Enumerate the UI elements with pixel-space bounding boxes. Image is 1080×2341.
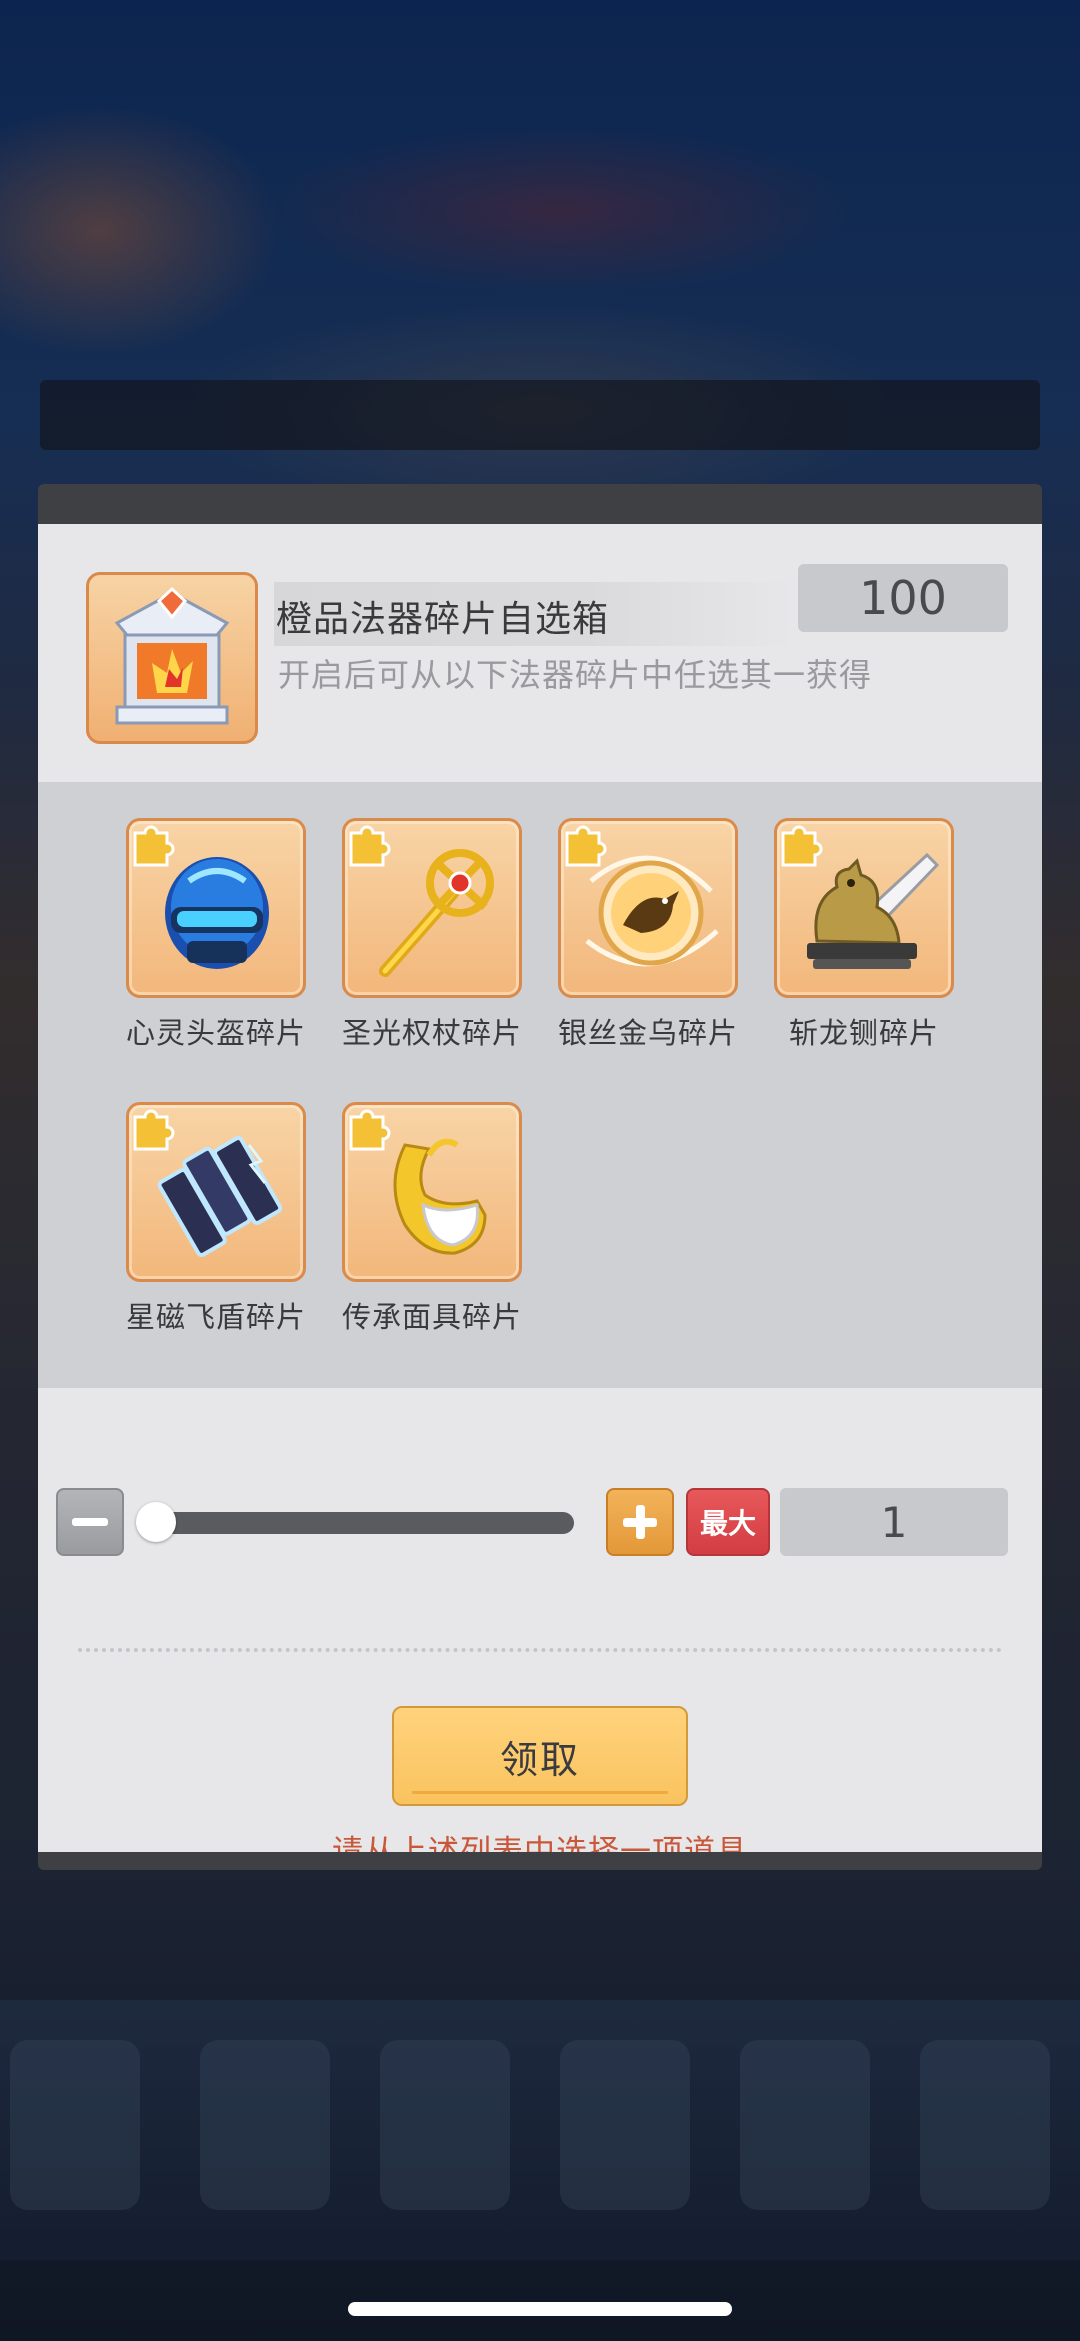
dialog-bottom-bar <box>38 1852 1042 1870</box>
item-grid: 心灵头盔碎片 圣光权杖碎片 银丝金乌碎片 斩龙铡碎片 星磁飞盾碎片 传承面具碎片 <box>38 782 1042 1388</box>
claim-button[interactable]: 领取 <box>392 1706 688 1806</box>
orange-artifact-chest-icon <box>86 572 258 744</box>
item-tile[interactable] <box>126 1102 306 1282</box>
slider-handle[interactable] <box>136 1502 176 1542</box>
item-label: 心灵头盔碎片 <box>125 1016 306 1050</box>
claim-button-label: 领取 <box>499 1737 580 1782</box>
item-dragon-guillotine-shard[interactable]: 斩龙铡碎片 <box>764 818 954 1058</box>
chest-count: 100 <box>798 564 1008 632</box>
item-label: 银丝金乌碎片 <box>557 1016 738 1050</box>
decrease-button[interactable] <box>56 1488 124 1556</box>
dialog-body: 橙品法器碎片自选箱 100 开启后可从以下法器碎片中任选其一获得 心灵头盔碎片 … <box>38 524 1042 1870</box>
quantity-field[interactable]: 1 <box>780 1488 1008 1556</box>
plus-icon <box>636 1505 645 1539</box>
chest-title: 橙品法器碎片自选箱 <box>276 599 610 640</box>
increase-button[interactable] <box>606 1488 674 1556</box>
item-tile[interactable] <box>774 818 954 998</box>
item-label: 星磁飞盾碎片 <box>125 1300 306 1334</box>
puzzle-piece-icon <box>781 825 823 867</box>
puzzle-piece-icon <box>349 1109 391 1151</box>
puzzle-piece-icon <box>565 825 607 867</box>
puzzle-piece-icon <box>133 825 175 867</box>
dialog-top-bar <box>38 484 1042 524</box>
chest-description: 开启后可从以下法器碎片中任选其一获得 <box>278 656 873 694</box>
minus-icon <box>72 1518 108 1526</box>
item-tile[interactable] <box>342 818 522 998</box>
item-golden-crow-shard[interactable]: 银丝金乌碎片 <box>548 818 738 1058</box>
max-button[interactable]: 最大 <box>686 1488 770 1556</box>
item-label: 斩龙铡碎片 <box>788 1016 939 1050</box>
puzzle-piece-icon <box>133 1109 175 1151</box>
claim-button-underline <box>412 1791 668 1794</box>
dotted-divider <box>78 1648 1002 1652</box>
quantity-slider[interactable] <box>150 1512 574 1534</box>
item-label: 圣光权杖碎片 <box>341 1016 522 1050</box>
item-tile[interactable] <box>558 818 738 998</box>
item-tile[interactable] <box>342 1102 522 1282</box>
item-helmet-shard[interactable]: 心灵头盔碎片 <box>116 818 306 1058</box>
puzzle-piece-icon <box>349 825 391 867</box>
item-flying-shield-shard[interactable]: 星磁飞盾碎片 <box>116 1102 306 1342</box>
item-label: 传承面具碎片 <box>341 1300 522 1334</box>
item-tile[interactable] <box>126 818 306 998</box>
chest-select-dialog: 橙品法器碎片自选箱 100 开启后可从以下法器碎片中任选其一获得 心灵头盔碎片 … <box>38 484 1042 1870</box>
home-indicator[interactable] <box>348 2302 732 2316</box>
item-mask-shard[interactable]: 传承面具碎片 <box>332 1102 522 1342</box>
item-scepter-shard[interactable]: 圣光权杖碎片 <box>332 818 522 1058</box>
